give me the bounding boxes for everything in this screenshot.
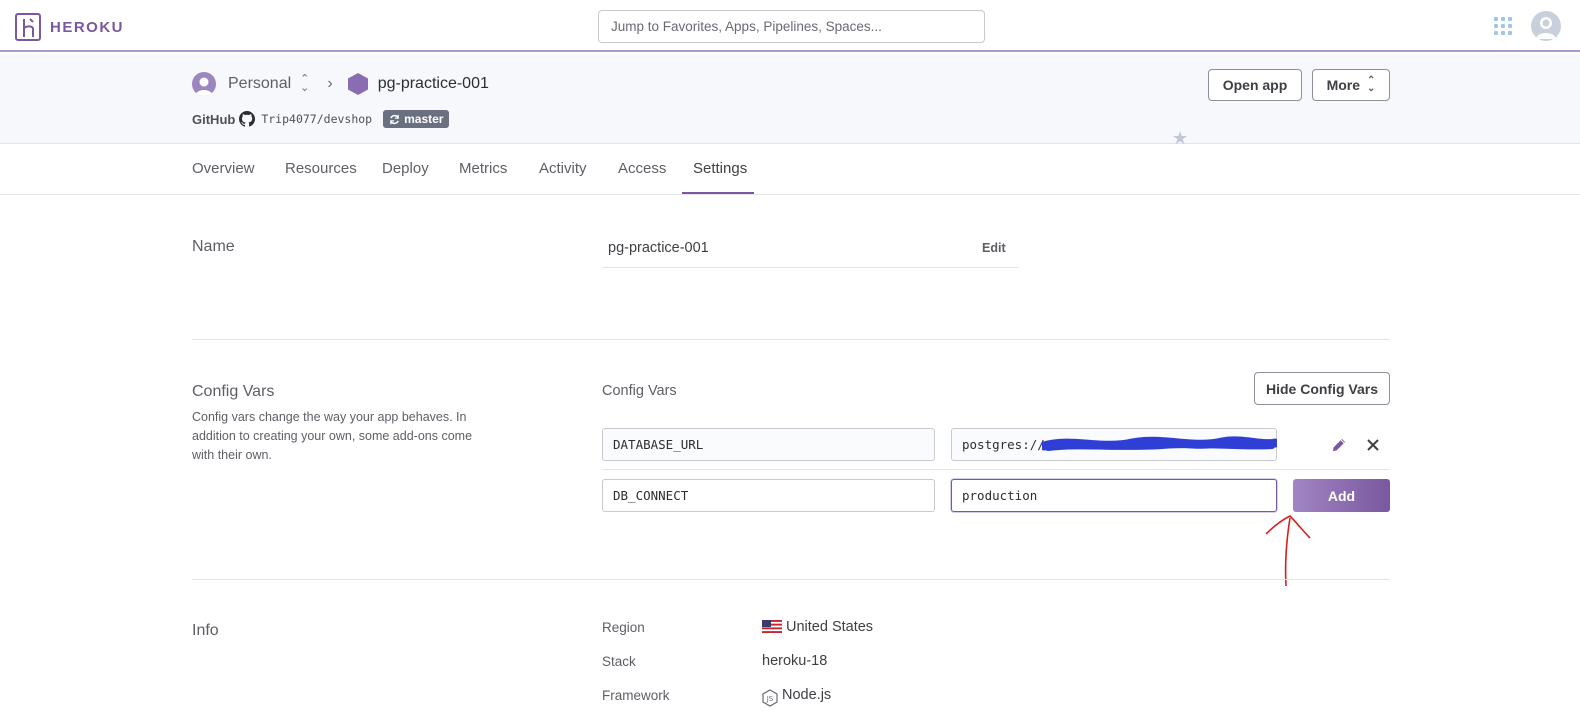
name-underline <box>602 267 1018 268</box>
app-name-value: pg-practice-001 <box>608 240 709 256</box>
account-selector[interactable]: Personal <box>228 75 291 93</box>
app-hexagon-icon <box>347 73 368 95</box>
heroku-logo-icon <box>15 13 41 41</box>
tab-access[interactable]: Access <box>618 160 666 177</box>
repo-link[interactable]: Trip4077/devshop <box>261 112 372 126</box>
info-value-region: United States <box>786 619 874 635</box>
tab-metrics[interactable]: Metrics <box>459 160 507 177</box>
heroku-logo[interactable]: HEROKU <box>15 13 124 41</box>
active-tab-indicator <box>682 192 754 194</box>
name-section-title: Name <box>192 238 235 255</box>
config-vars-subtitle: Config Vars <box>602 383 677 399</box>
github-icon <box>239 111 256 127</box>
section-divider <box>192 339 1390 340</box>
brand-name: HEROKU <box>50 18 125 36</box>
breadcrumb: Personal ⌃ ⌄ › pg-practice-001 <box>192 71 489 97</box>
branch-badge: master <box>383 110 450 128</box>
info-label-framework: Framework <box>602 688 670 703</box>
more-button-label: More <box>1326 77 1361 93</box>
config-vars-section-title: Config Vars <box>192 383 275 400</box>
updown-chevron-icon[interactable]: ⌃ ⌄ <box>300 74 309 94</box>
tab-resources[interactable]: Resources <box>285 160 357 177</box>
svg-text:JS: JS <box>766 695 774 703</box>
new-config-value-input[interactable] <box>951 479 1277 512</box>
updown-chevron-icon: ⌃ ⌄ <box>1367 75 1376 94</box>
branch-name: master <box>404 112 444 126</box>
sync-icon <box>390 114 399 124</box>
person-icon <box>192 72 216 96</box>
config-var-key-input[interactable] <box>602 428 935 461</box>
config-var-value-input[interactable] <box>951 428 1277 461</box>
close-icon[interactable] <box>1364 436 1382 454</box>
info-value-framework: Node.js <box>782 687 832 703</box>
search-input[interactable] <box>598 10 985 43</box>
red-arrow-annotation <box>1265 515 1311 587</box>
section-divider <box>192 579 1390 580</box>
git-connection: GitHub Trip4077/devshop master <box>192 110 450 128</box>
app-name[interactable]: pg-practice-001 <box>378 75 489 93</box>
apps-grid-icon[interactable] <box>1494 17 1512 35</box>
edit-name-button[interactable]: Edit <box>982 241 1006 255</box>
info-label-stack: Stack <box>602 654 636 669</box>
new-config-key-input[interactable] <box>602 479 935 512</box>
app-tabs: Overview Resources Deploy Metrics Activi… <box>0 145 1580 195</box>
info-value-stack: heroku-18 <box>762 653 828 669</box>
chevron-right-icon: › <box>327 75 333 92</box>
tab-settings[interactable]: Settings <box>693 160 747 177</box>
hide-config-vars-button[interactable]: Hide Config Vars <box>1254 372 1390 405</box>
open-app-button[interactable]: Open app <box>1208 69 1302 101</box>
tab-overview[interactable]: Overview <box>192 160 255 177</box>
edit-pencil-icon[interactable] <box>1330 436 1348 454</box>
info-section-title: Info <box>192 622 219 639</box>
tab-deploy[interactable]: Deploy <box>382 160 429 177</box>
more-button[interactable]: More ⌃ ⌄ <box>1312 69 1390 101</box>
config-vars-description: Config vars change the way your app beha… <box>192 410 473 462</box>
nodejs-icon: JS <box>762 689 778 707</box>
info-label-region: Region <box>602 620 645 635</box>
config-row-separator <box>602 469 1390 470</box>
tab-activity[interactable]: Activity <box>539 160 587 177</box>
add-config-var-button[interactable]: Add <box>1293 479 1390 512</box>
top-navbar: HEROKU <box>0 0 1580 52</box>
user-avatar[interactable] <box>1531 11 1561 41</box>
us-flag-icon <box>762 620 782 633</box>
git-provider-label: GitHub <box>192 111 236 127</box>
